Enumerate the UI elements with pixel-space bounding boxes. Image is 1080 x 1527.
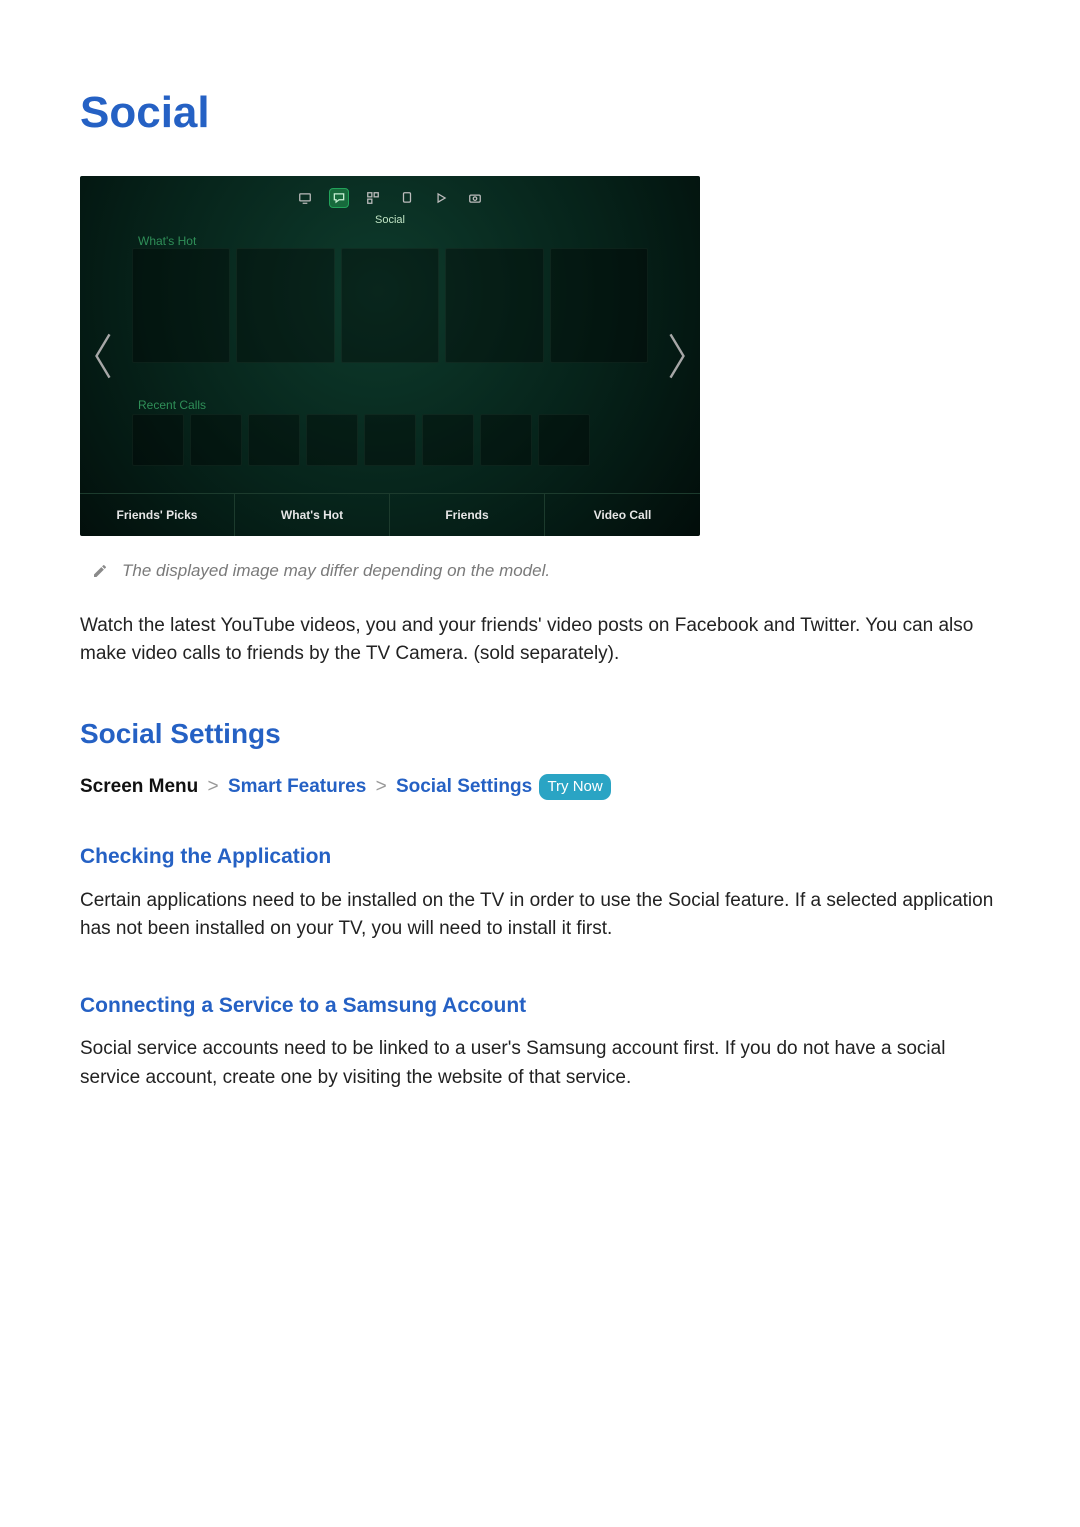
breadcrumb-social-settings[interactable]: Social Settings (396, 776, 532, 797)
content-tile[interactable] (132, 248, 230, 363)
content-tile[interactable] (341, 248, 439, 363)
next-arrow[interactable] (664, 330, 690, 382)
notify-icon[interactable] (397, 188, 417, 208)
contact-tile[interactable] (422, 414, 474, 466)
content-tile[interactable] (445, 248, 543, 363)
pencil-icon (92, 563, 108, 579)
chevron-right-icon: > (372, 776, 391, 797)
contact-tile[interactable] (190, 414, 242, 466)
image-disclaimer-text: The displayed image may differ depending… (122, 558, 550, 584)
tab-friends-picks[interactable]: Friends' Picks (80, 494, 235, 536)
tv-bottom-tabs: Friends' Picks What's Hot Friends Video … (80, 493, 700, 536)
apps-icon[interactable] (363, 188, 383, 208)
breadcrumb: Screen Menu > Smart Features > Social Se… (80, 773, 1000, 802)
tab-friends[interactable]: Friends (390, 494, 545, 536)
checking-app-body: Certain applications need to be installe… (80, 887, 1000, 944)
tab-video-call[interactable]: Video Call (545, 494, 700, 536)
tv-topbar (295, 188, 485, 208)
contact-tile[interactable] (538, 414, 590, 466)
connect-service-body: Social service accounts need to be linke… (80, 1035, 1000, 1092)
contact-tile[interactable] (248, 414, 300, 466)
prev-arrow[interactable] (90, 330, 116, 382)
chevron-right-icon: > (204, 776, 223, 797)
image-disclaimer: The displayed image may differ depending… (92, 558, 1000, 584)
social-icon[interactable] (329, 188, 349, 208)
tab-whats-hot[interactable]: What's Hot (235, 494, 390, 536)
connect-service-heading: Connecting a Service to a Samsung Accoun… (80, 990, 1000, 1022)
tv-icon[interactable] (295, 188, 315, 208)
breadcrumb-root: Screen Menu (80, 776, 198, 797)
intro-paragraph: Watch the latest YouTube videos, you and… (80, 612, 1000, 669)
contact-tile[interactable] (306, 414, 358, 466)
tv-row-whatshot (132, 248, 648, 363)
checking-app-heading: Checking the Application (80, 841, 1000, 873)
tv-topbar-label: Social (80, 212, 700, 229)
breadcrumb-smart-features[interactable]: Smart Features (228, 776, 366, 797)
contact-tile[interactable] (480, 414, 532, 466)
tv-row2-label: Recent Calls (138, 396, 206, 414)
page-title: Social (80, 80, 1000, 146)
try-now-badge[interactable]: Try Now (539, 774, 610, 801)
tv-screenshot: Social What's Hot Recent Calls (80, 176, 700, 536)
social-settings-heading: Social Settings (80, 713, 1000, 755)
contact-tile[interactable] (132, 414, 184, 466)
content-tile[interactable] (550, 248, 648, 363)
play-icon[interactable] (431, 188, 451, 208)
tv-row-recent (132, 414, 648, 466)
camera-icon[interactable] (465, 188, 485, 208)
contact-tile[interactable] (364, 414, 416, 466)
content-tile[interactable] (236, 248, 334, 363)
